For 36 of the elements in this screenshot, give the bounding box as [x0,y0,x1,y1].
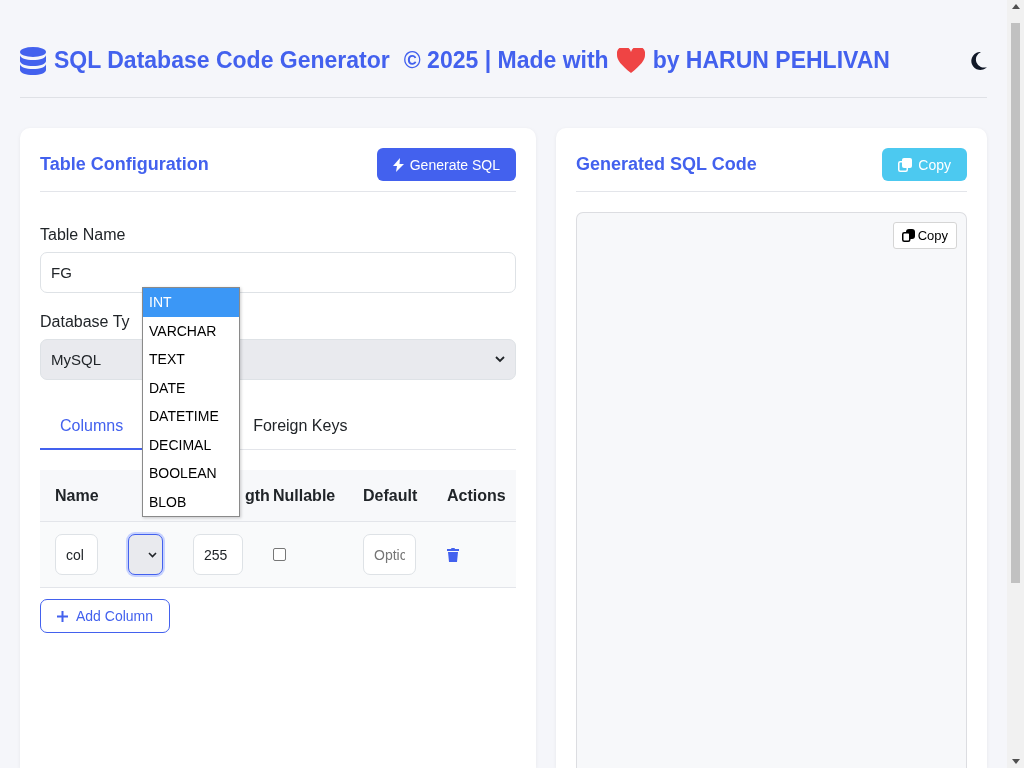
copy-icon [901,229,915,242]
dropdown-option[interactable]: BLOB [143,487,239,516]
column-header: Actions [447,486,507,505]
column-header: Name [55,486,100,505]
nullable-checkbox[interactable] [273,548,286,561]
credit-text: © 2025 | Made with [403,47,609,74]
copy-button[interactable]: Copy [892,222,957,249]
column-name-input[interactable]: col [55,534,98,575]
caret-icon [495,356,505,363]
moon-icon[interactable] [971,51,987,70]
app-title: SQL Database Code Generator [54,47,390,74]
heart-icon [616,48,645,73]
scroll-up-arrow-icon[interactable] [1011,4,1020,9]
author-text: by HARUN PEHLIVAN [652,47,890,74]
field-label: Database Ty [40,313,130,331]
generate-sql-button[interactable]: Generate SQL [376,148,516,181]
scrollbar-thumb[interactable] [1011,23,1020,583]
copy-icon [898,157,913,172]
column-header: gth [244,486,271,505]
dropdown-option[interactable]: TEXT [143,345,239,374]
length-input[interactable]: 255 [193,534,243,575]
column-header: Nullable [273,486,337,505]
lightning-icon [392,157,404,172]
card-title: Generated SQL Code [576,154,757,175]
table-name-input[interactable]: FG [40,252,516,293]
card-title: Table Configuration [40,154,209,175]
column-header: Default [363,486,419,505]
dropdown-option[interactable]: BOOLEAN [143,459,239,488]
field-label: Table Name [40,226,126,244]
trash-icon[interactable] [447,547,459,562]
caret-icon [148,551,157,558]
plus-icon [57,610,68,622]
scroll-down-arrow-icon[interactable] [1011,759,1020,764]
add-column-button[interactable]: Add Column [40,599,171,633]
column-type-select[interactable] [128,534,163,575]
database-icon [20,46,46,75]
